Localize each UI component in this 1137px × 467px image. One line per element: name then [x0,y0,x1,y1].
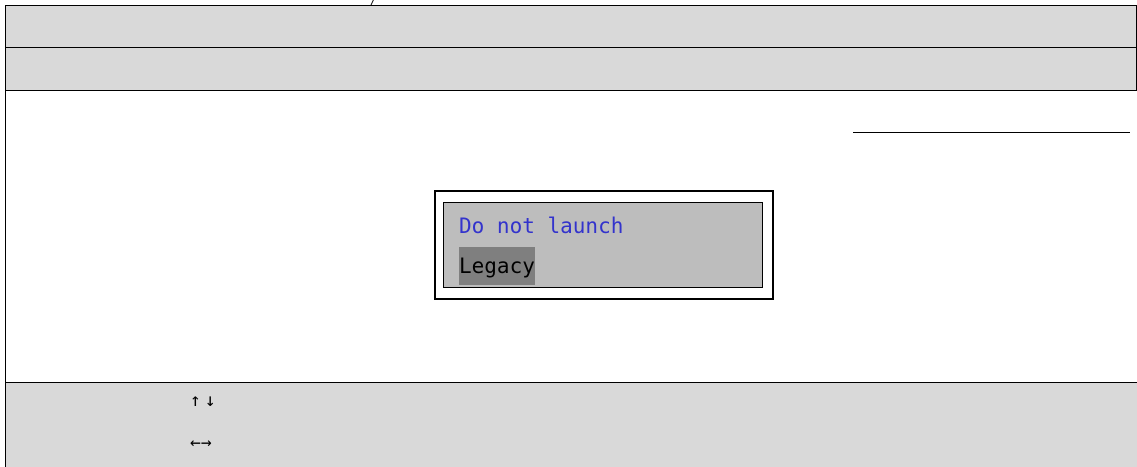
menu-bar [5,47,1137,91]
option-legacy[interactable]: Legacy [459,247,535,285]
help-panel [853,90,1137,383]
option-list: Do not launch Legacy [443,202,763,288]
title-bar [5,5,1137,48]
up-down-arrows-icon: ↑↓ [190,390,220,411]
help-panel-divider [853,132,1130,133]
option-do-not-launch[interactable]: Do not launch [459,207,623,245]
key-help-bar [5,382,1137,467]
left-right-arrows-icon: ←→ [190,432,212,453]
